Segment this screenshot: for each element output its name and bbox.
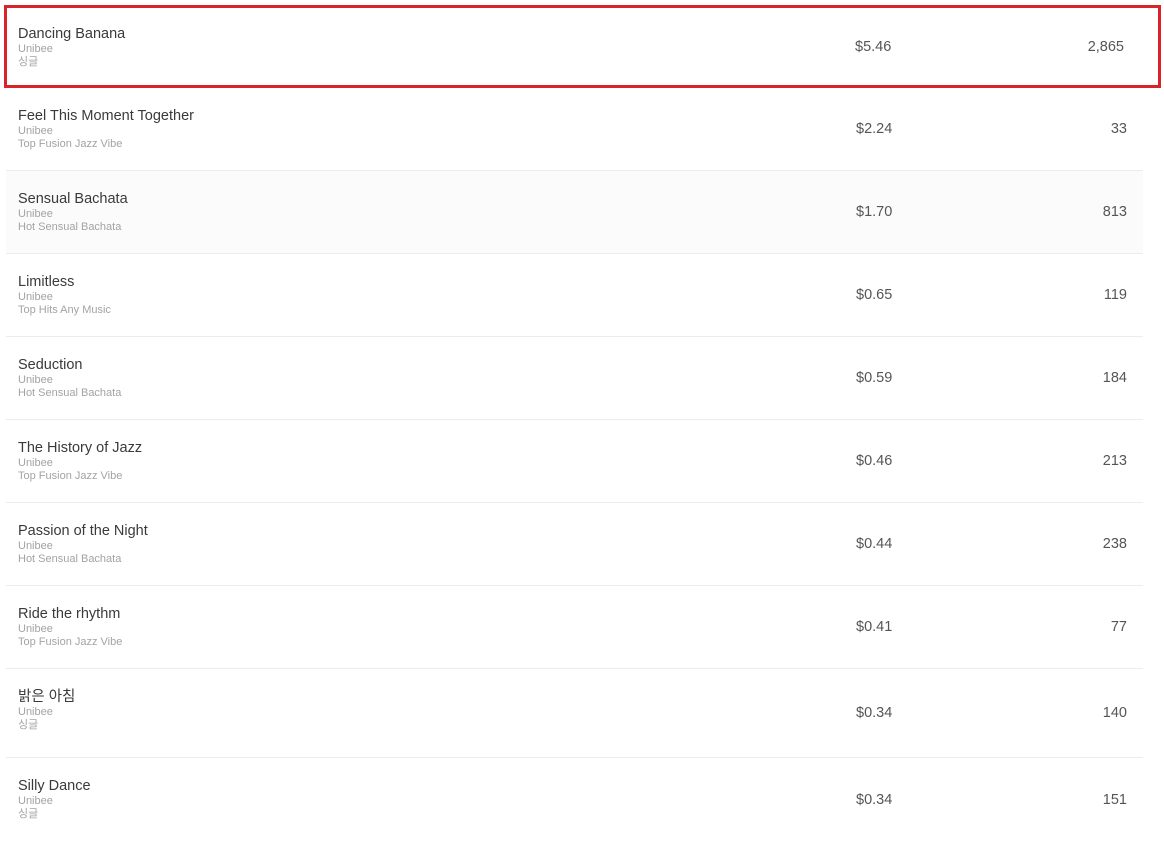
track-earnings: $0.34 xyxy=(856,791,893,808)
track-album: Top Fusion Jazz Vibe xyxy=(18,470,123,482)
track-title[interactable]: Limitless xyxy=(18,274,111,291)
table-row[interactable]: Seduction Unibee Hot Sensual Bachata $0.… xyxy=(6,337,1143,420)
track-artist: Unibee xyxy=(18,540,53,552)
table-row[interactable]: Sensual Bachata Unibee Hot Sensual Bacha… xyxy=(6,171,1143,254)
track-info: Limitless Unibee Top Hits Any Music xyxy=(18,274,111,317)
track-info: Passion of the Night Unibee Hot Sensual … xyxy=(18,523,148,566)
track-streams: 238 xyxy=(1102,536,1127,552)
track-earnings: $0.41 xyxy=(856,619,893,635)
track-artist: Unibee xyxy=(18,457,53,469)
track-title[interactable]: Seduction xyxy=(18,357,121,374)
track-streams: 151 xyxy=(1102,791,1127,808)
track-artist: Unibee xyxy=(18,125,53,137)
track-title[interactable]: Sensual Bachata xyxy=(18,191,128,208)
track-earnings: $1.70 xyxy=(856,204,893,220)
table-row[interactable]: The History of Jazz Unibee Top Fusion Ja… xyxy=(6,420,1143,503)
table-row[interactable]: Feel This Moment Together Unibee Top Fus… xyxy=(6,88,1143,171)
track-album: 싱글 xyxy=(18,719,39,731)
track-info: Silly Dance Unibee 싱글 xyxy=(18,778,91,821)
track-album: Top Fusion Jazz Vibe xyxy=(18,636,123,648)
track-album: Hot Sensual Bachata xyxy=(18,387,122,399)
track-earnings: $0.44 xyxy=(856,536,893,552)
track-info: 밝은 아침 Unibee 싱글 xyxy=(18,689,75,732)
track-title[interactable]: Passion of the Night xyxy=(18,523,148,540)
track-artist: Unibee xyxy=(18,706,53,718)
table-row[interactable]: Dancing Banana Unibee 싱글 $5.46 2,865 xyxy=(4,5,1161,88)
track-earnings: $0.34 xyxy=(856,705,893,721)
track-streams: 119 xyxy=(1103,287,1127,303)
track-artist: Unibee xyxy=(18,208,53,220)
track-album: 싱글 xyxy=(18,808,39,820)
track-streams: 813 xyxy=(1102,204,1127,220)
track-streams: 184 xyxy=(1102,370,1127,386)
track-artist: Unibee xyxy=(18,291,53,303)
track-album: Hot Sensual Bachata xyxy=(18,221,122,233)
track-album: Top Hits Any Music xyxy=(18,304,111,316)
track-streams: 213 xyxy=(1102,453,1127,469)
track-info: The History of Jazz Unibee Top Fusion Ja… xyxy=(18,440,142,483)
track-title[interactable]: The History of Jazz xyxy=(18,440,142,457)
track-streams: 77 xyxy=(1110,619,1127,635)
table-row[interactable]: Passion of the Night Unibee Hot Sensual … xyxy=(6,503,1143,586)
track-earnings: $0.46 xyxy=(856,453,893,469)
track-earnings: $2.24 xyxy=(856,121,893,137)
track-earnings: $5.46 xyxy=(855,38,892,55)
track-streams: 140 xyxy=(1102,705,1127,721)
track-album: Hot Sensual Bachata xyxy=(18,553,122,565)
track-artist: Unibee xyxy=(18,374,53,386)
track-title[interactable]: Ride the rhythm xyxy=(18,606,122,623)
track-title[interactable]: Feel This Moment Together xyxy=(18,108,194,125)
track-title[interactable]: Dancing Banana xyxy=(18,26,125,43)
track-info: Sensual Bachata Unibee Hot Sensual Bacha… xyxy=(18,191,128,234)
table-row[interactable]: Limitless Unibee Top Hits Any Music $0.6… xyxy=(6,254,1143,337)
table-row[interactable]: Silly Dance Unibee 싱글 $0.34 151 xyxy=(6,758,1143,841)
track-streams: 33 xyxy=(1110,121,1127,137)
track-title[interactable]: Silly Dance xyxy=(18,778,91,795)
table-row[interactable]: Ride the rhythm Unibee Top Fusion Jazz V… xyxy=(6,586,1143,669)
track-album: Top Fusion Jazz Vibe xyxy=(18,138,123,150)
track-artist: Unibee xyxy=(18,43,53,55)
track-list: Dancing Banana Unibee 싱글 $5.46 2,865 Fee… xyxy=(4,5,1161,841)
track-streams: 2,865 xyxy=(1087,38,1124,55)
track-info: Ride the rhythm Unibee Top Fusion Jazz V… xyxy=(18,606,122,649)
track-artist: Unibee xyxy=(18,623,53,635)
track-artist: Unibee xyxy=(18,795,53,807)
track-earnings: $0.59 xyxy=(856,370,893,386)
track-info: Feel This Moment Together Unibee Top Fus… xyxy=(18,108,194,151)
track-title[interactable]: 밝은 아침 xyxy=(18,689,75,706)
table-row[interactable]: 밝은 아침 Unibee 싱글 $0.34 140 xyxy=(6,669,1143,758)
track-album: 싱글 xyxy=(18,56,39,68)
track-info: Seduction Unibee Hot Sensual Bachata xyxy=(18,357,121,400)
track-info: Dancing Banana Unibee 싱글 xyxy=(18,26,125,69)
track-earnings: $0.65 xyxy=(856,287,893,303)
